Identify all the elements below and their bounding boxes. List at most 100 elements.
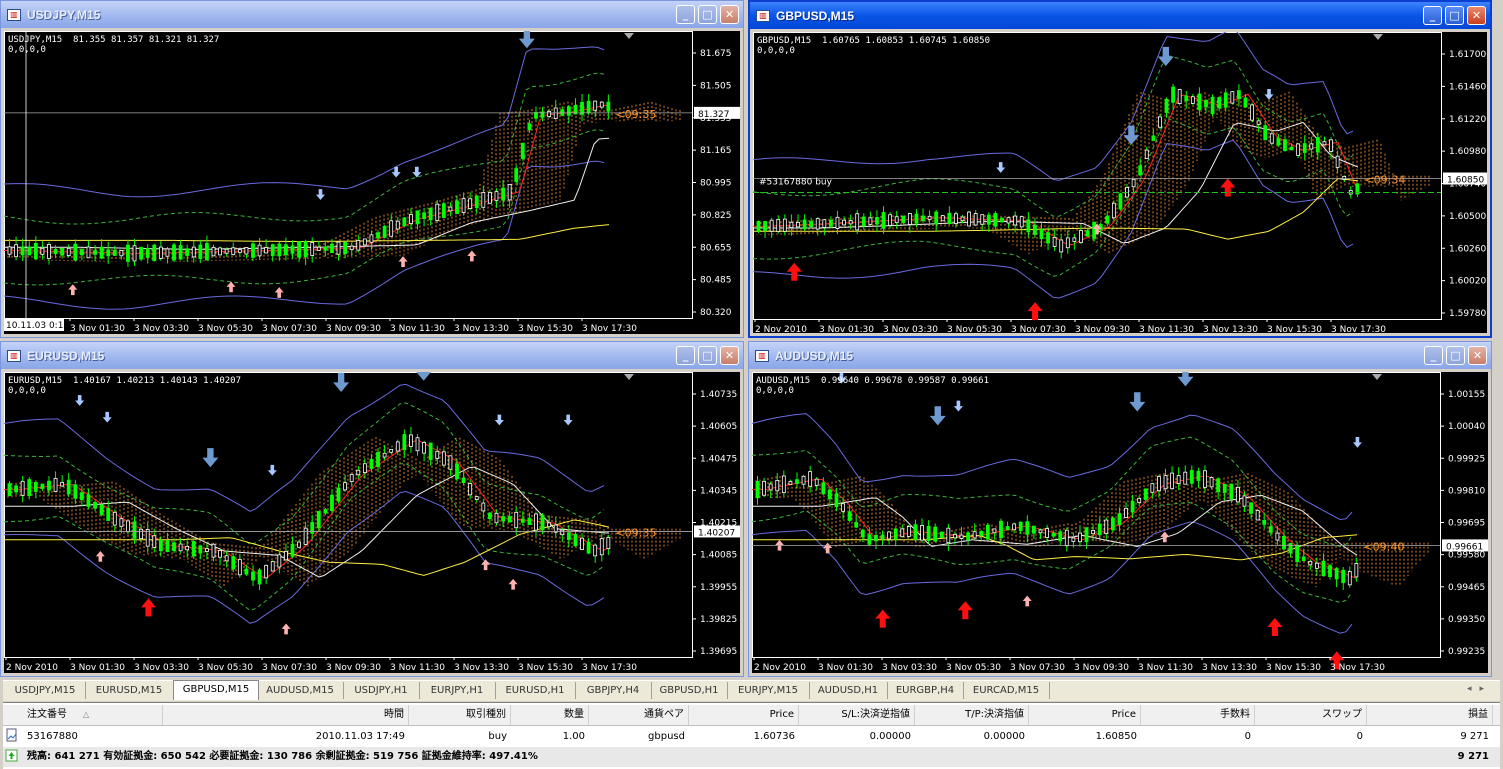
chart-shift-marker-icon[interactable]	[1373, 34, 1383, 40]
price-tick-label: 80.655	[700, 243, 732, 253]
chart-tab[interactable]: AUDUSD,H1	[809, 682, 888, 699]
price-chart[interactable]: 1.00155 1.00040 0.99925 0.99810 0.99695 0.995…	[752, 372, 1488, 673]
time-tick-label: 3 Nov 11:30	[1139, 325, 1194, 333]
time-tick-label: 3 Nov 07:30	[1011, 325, 1066, 333]
envelope-lower	[4, 129, 605, 286]
ma-fast	[4, 104, 610, 254]
plot-frame	[752, 372, 1441, 658]
maximize-button[interactable]: □	[698, 346, 717, 365]
chart-tab[interactable]: USDJPY,H1	[343, 682, 420, 699]
bollinger-upper	[4, 46, 605, 198]
chart-window-icon: ▥	[755, 349, 769, 362]
eurusd-chart-window[interactable]: ▥ EURUSD,M15 _ □ ✕ 1.40735 1.40605 1.40475…	[0, 341, 744, 677]
time-tick-label: 3 Nov 05:30	[198, 663, 253, 673]
current-price-label: 1.40207	[698, 528, 735, 538]
minimize-button[interactable]: _	[676, 346, 695, 365]
chart-tab[interactable]: GBPUSD,M15	[173, 680, 259, 700]
close-button[interactable]: ✕	[720, 5, 739, 24]
order-cell: 0	[1244, 731, 1251, 742]
column-header[interactable]: 時間	[161, 705, 409, 725]
price-tick-label: 1.60260	[1449, 244, 1486, 254]
chart-shift-marker-icon[interactable]	[624, 33, 634, 39]
minimize-button[interactable]: _	[1424, 346, 1443, 365]
time-tick-label: 3 Nov 17:30	[582, 663, 637, 673]
ma-slow	[752, 534, 1358, 561]
column-header[interactable]: 通貨ペア	[591, 705, 689, 725]
column-header[interactable]: 損益	[1369, 705, 1493, 725]
window-title: EURUSD,M15	[27, 348, 105, 363]
time-tick-label: 3 Nov 09:30	[1074, 663, 1129, 673]
window-titlebar[interactable]: ▥ USDJPY,M15 _ □ ✕	[1, 1, 743, 28]
chart-tab[interactable]: EURGBP,H4	[887, 682, 964, 699]
terminal-panel: 注文番号 時間 取引種別 数量 通貨ペア Price S/L:決済逆指値 T/P:決済指値 Pr…	[3, 702, 1500, 769]
close-button[interactable]: ✕	[720, 346, 739, 365]
chart-canvas: 1.617001.614601.612201.609801.607401.605…	[753, 32, 1487, 333]
chart-tab[interactable]: EURJPY,M15	[727, 682, 810, 699]
price-tick-label: 1.61220	[1449, 115, 1486, 125]
column-header[interactable]: Price	[1031, 705, 1141, 725]
maximize-button[interactable]: □	[1446, 346, 1465, 365]
chart-shift-marker-icon[interactable]	[1372, 374, 1382, 380]
price-chart[interactable]: 1.40735 1.40605 1.40475 1.40345 1.40215 1.400…	[4, 372, 740, 673]
price-axis: 1.407351.406051.404751.403451.402151.400…	[692, 390, 737, 657]
column-header[interactable]: 手数料	[1143, 705, 1255, 725]
column-header[interactable]: 注文番号	[23, 705, 163, 725]
time-tick-label: 3 Nov 11:30	[1138, 663, 1193, 673]
column-header[interactable]: スワップ	[1257, 705, 1367, 725]
time-tick-label: 3 Nov 03:30	[134, 663, 189, 673]
order-cell: 1.60736	[753, 731, 795, 742]
symbol-ohlc: GBPUSD,M15 1.60765 1.60853 1.60745 1.608…	[757, 36, 990, 46]
window-titlebar[interactable]: ▥ GBPUSD,M15 _ □ ✕	[750, 2, 1490, 29]
price-tick-label: 1.40735	[700, 390, 737, 400]
time-tick-label: 3 Nov 01:30	[818, 663, 873, 673]
price-tick-label: 1.39825	[700, 615, 737, 625]
order-cell: 53167880	[27, 731, 78, 742]
table-row[interactable]: 53167880 2010.11.03 17:49 buy 1.00 gbpusd 1.6…	[3, 727, 1500, 747]
column-header[interactable]: Price	[691, 705, 799, 725]
tab-scroll-arrows-icon[interactable]: ◂▸	[1467, 684, 1492, 694]
chart-tab[interactable]: EURUSD,H1	[495, 682, 576, 699]
price-chart[interactable]: 1.617001.614601.612201.609801.607401.605…	[753, 32, 1487, 333]
chart-tab[interactable]: AUDUSD,M15	[257, 682, 344, 699]
chart-window-icon: ▥	[7, 8, 21, 21]
time-tick-label: 3 Nov 07:30	[262, 663, 317, 673]
close-button[interactable]: ✕	[1468, 346, 1487, 365]
minimize-button[interactable]: _	[676, 5, 695, 24]
column-header[interactable]: 取引種別	[411, 705, 511, 725]
column-header[interactable]: S/L:決済逆指値	[801, 705, 915, 725]
price-tick-label: 1.40605	[700, 422, 737, 432]
chart-tab[interactable]: GBPJPY,H4	[575, 682, 652, 699]
window-titlebar[interactable]: ▥ AUDUSD,M15 _ □ ✕	[749, 342, 1491, 369]
price-tick-label: 81.675	[700, 49, 732, 59]
chart-tab[interactable]: EURJPY,H1	[419, 682, 496, 699]
maximize-button[interactable]: □	[698, 5, 717, 24]
gbpusd-chart-window[interactable]: ▥ GBPUSD,M15 _ □ ✕ 1.61700 1.61460 1.61220…	[748, 0, 1492, 338]
chart-canvas: 81.67581.50581.33581.16580.99580.82580.6…	[4, 31, 740, 334]
time-tick-label: 3 Nov 17:30	[582, 324, 637, 334]
order-label: #53167880 buy	[759, 178, 833, 188]
chart-tab[interactable]: USDJPY,M15	[5, 682, 86, 699]
maximize-button[interactable]: □	[1445, 6, 1464, 25]
chart-tab[interactable]: GBPUSD,H1	[651, 682, 728, 699]
price-tick-label: 1.60020	[1449, 277, 1486, 287]
order-cell: 1.60850	[1095, 731, 1137, 742]
chart-tab[interactable]: EURUSD,M15	[85, 682, 174, 699]
column-header[interactable]: T/P:決済指値	[917, 705, 1029, 725]
terminal-header-row: 注文番号 時間 取引種別 数量 通貨ペア Price S/L:決済逆指値 T/P:決済指値 Pr…	[3, 705, 1500, 726]
indicator-values: 0,0,0,0	[756, 386, 794, 396]
close-button[interactable]: ✕	[1467, 6, 1486, 25]
order-cell: buy	[488, 731, 507, 742]
signal-arrows	[786, 46, 1274, 321]
window-titlebar[interactable]: ▥ EURUSD,M15 _ □ ✕	[1, 342, 743, 369]
price-chart[interactable]: 81.67581.50581.33581.16580.99580.82580.6…	[4, 31, 740, 334]
column-header[interactable]: 数量	[513, 705, 589, 725]
time-tick-label: 3 Nov 01:30	[70, 663, 125, 673]
symbol-ohlc: EURUSD,M15 1.40167 1.40213 1.40143 1.402…	[8, 376, 241, 386]
usdjpy-chart-window[interactable]: ▥ USDJPY,M15 _ □ ✕ 81.67581.50581.33581.…	[0, 0, 744, 338]
chart-tab[interactable]: EURCAD,M15	[963, 682, 1050, 699]
audusd-chart-window[interactable]: ▥ AUDUSD,M15 _ □ ✕ 1.00155 1.00040 0.99925…	[748, 341, 1492, 677]
ichimoku-cloud	[7, 101, 681, 262]
chart-shift-marker-icon[interactable]	[624, 374, 634, 380]
minimize-button[interactable]: _	[1423, 6, 1442, 25]
ma-medium	[4, 137, 610, 250]
